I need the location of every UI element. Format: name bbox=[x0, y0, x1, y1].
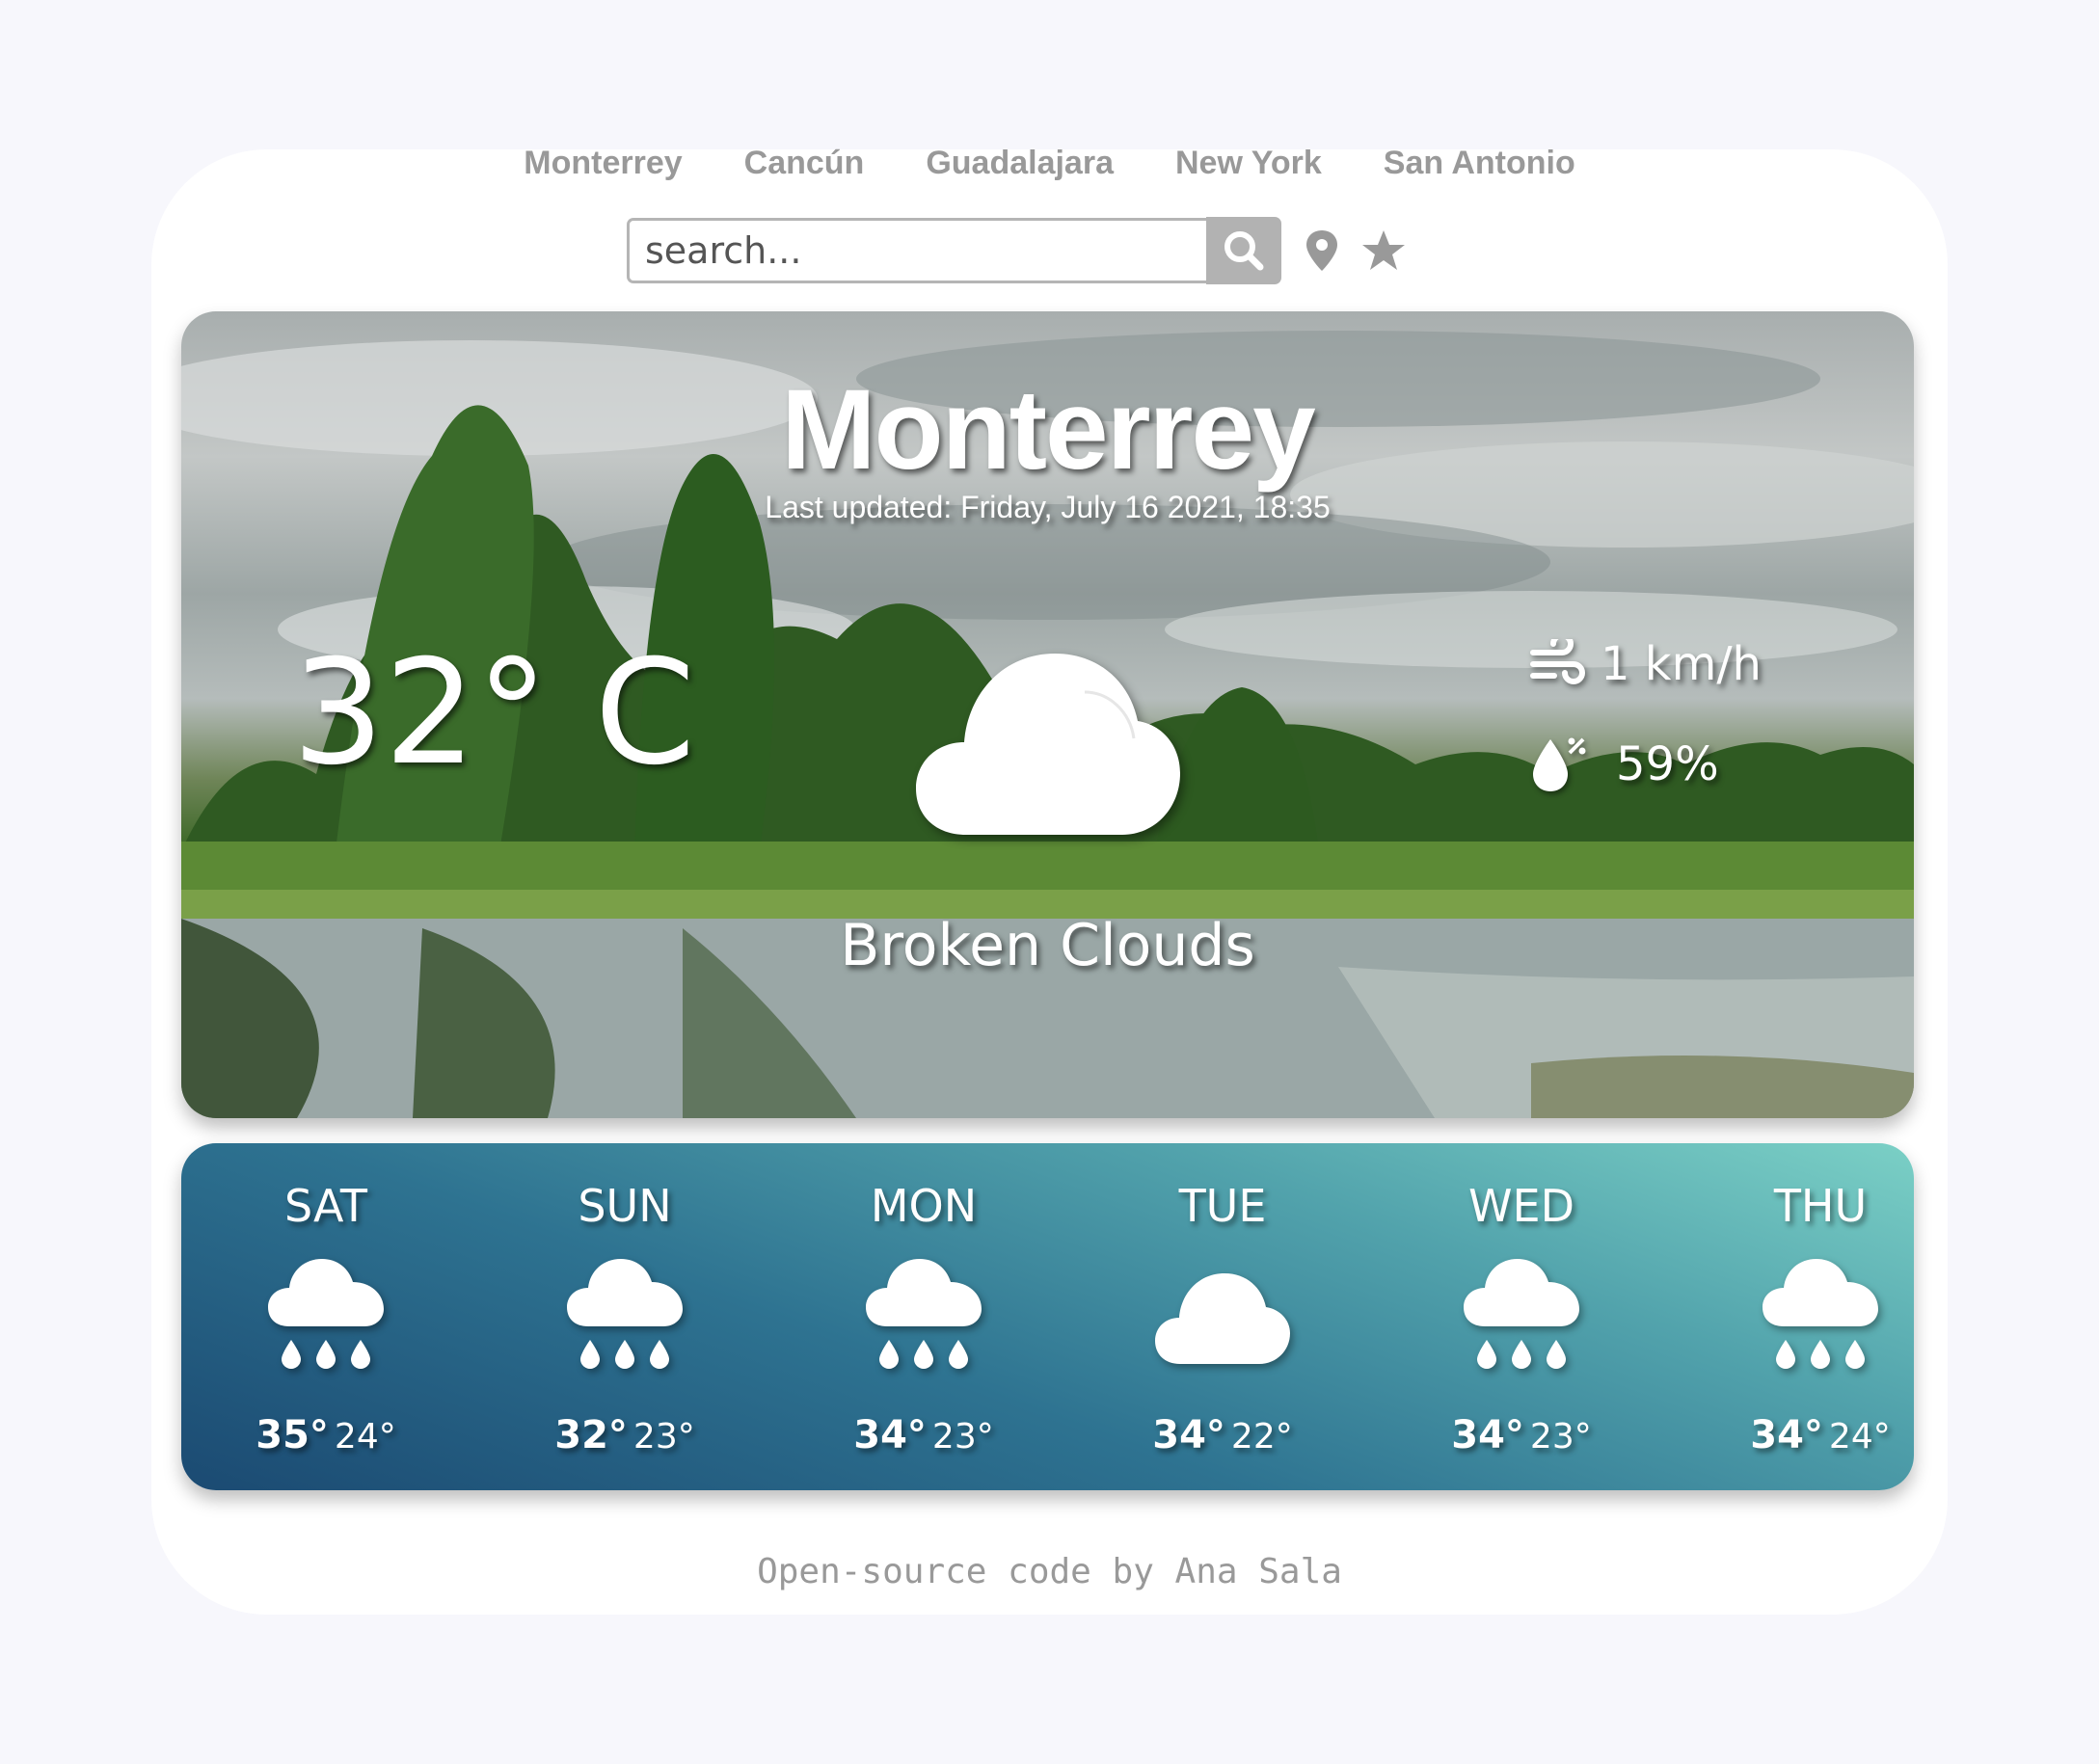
forecast-max-temp: 32° bbox=[554, 1413, 628, 1457]
forecast-max-temp: 34° bbox=[1750, 1413, 1823, 1457]
forecast-min-temp: 24° bbox=[1828, 1417, 1891, 1457]
forecast-min-temp: 23° bbox=[1529, 1417, 1592, 1457]
forecast-day-name: WED bbox=[1468, 1180, 1574, 1232]
rain-icon bbox=[866, 1259, 982, 1378]
weather-description: Broken Clouds bbox=[840, 912, 1255, 979]
forecast-day: THU 34° 24° bbox=[1676, 1143, 1965, 1490]
city-link-cancun[interactable]: Cancún bbox=[744, 145, 865, 182]
footer-link[interactable]: Open-source code by Ana Sala bbox=[757, 1552, 1342, 1591]
rain-icon bbox=[567, 1259, 683, 1378]
forecast-day-name: MON bbox=[870, 1180, 978, 1232]
forecast-min-temp: 23° bbox=[931, 1417, 994, 1457]
current-temperature: 32° C bbox=[292, 629, 696, 797]
city-link-san-antonio[interactable]: San Antonio bbox=[1384, 145, 1575, 182]
rain-icon bbox=[1464, 1259, 1579, 1378]
humidity: 59% bbox=[1529, 735, 1719, 793]
current-location-button[interactable] bbox=[1305, 228, 1339, 273]
forecast-temps: 34° 23° bbox=[1377, 1413, 1666, 1457]
city-name: Monterrey bbox=[781, 366, 1315, 494]
forecast-temps: 34° 22° bbox=[1078, 1413, 1367, 1457]
forecast-max-temp: 34° bbox=[1451, 1413, 1524, 1457]
forecast-day: MON 34° 23° bbox=[779, 1143, 1068, 1490]
star-icon bbox=[1360, 228, 1407, 273]
forecast-day: WED 34° 23° bbox=[1377, 1143, 1666, 1490]
rain-icon bbox=[268, 1259, 384, 1378]
forecast-panel: SAT 35° 24° SUN 32° 23° MON 34° 23° TUE … bbox=[181, 1143, 1914, 1490]
humidity-icon bbox=[1529, 735, 1587, 793]
forecast-day-name: SAT bbox=[283, 1180, 368, 1232]
wind-speed: 1 km/h bbox=[1529, 637, 1762, 691]
cloud-icon bbox=[916, 654, 1180, 841]
forecast-temps: 34° 23° bbox=[779, 1413, 1068, 1457]
forecast-temps: 35° 24° bbox=[181, 1413, 471, 1457]
forecast-day-name: SUN bbox=[578, 1180, 672, 1232]
city-link-new-york[interactable]: New York bbox=[1175, 145, 1322, 182]
favorite-button[interactable] bbox=[1360, 228, 1407, 273]
forecast-max-temp: 34° bbox=[853, 1413, 927, 1457]
search-button[interactable] bbox=[1206, 217, 1281, 284]
last-updated: Last updated: Friday, July 16 2021, 18:3… bbox=[765, 490, 1331, 524]
forecast-day: SAT 35° 24° bbox=[181, 1143, 471, 1490]
wind-icon bbox=[1529, 639, 1585, 689]
forecast-day: SUN 32° 23° bbox=[480, 1143, 769, 1490]
city-nav: Monterrey Cancún Guadalajara New York Sa… bbox=[0, 145, 2099, 182]
city-link-guadalajara[interactable]: Guadalajara bbox=[926, 145, 1114, 182]
humidity-value: 59% bbox=[1616, 737, 1719, 791]
search-icon bbox=[1222, 228, 1266, 273]
search-input[interactable] bbox=[627, 218, 1206, 283]
forecast-max-temp: 35° bbox=[256, 1413, 329, 1457]
cloud-icon bbox=[1155, 1273, 1290, 1370]
forecast-max-temp: 34° bbox=[1152, 1413, 1225, 1457]
forecast-min-temp: 24° bbox=[334, 1417, 396, 1457]
city-link-monterrey[interactable]: Monterrey bbox=[524, 145, 682, 182]
rain-icon bbox=[1763, 1259, 1878, 1378]
forecast-min-temp: 23° bbox=[632, 1417, 695, 1457]
footer-credit[interactable]: Open-source code by Ana Sala bbox=[0, 1552, 2099, 1591]
search-bar bbox=[627, 217, 1407, 284]
forecast-day: TUE 34° 22° bbox=[1078, 1143, 1367, 1490]
map-pin-icon bbox=[1305, 228, 1339, 273]
current-weather-panel: Monterrey Last updated: Friday, July 16 … bbox=[181, 311, 1914, 1118]
forecast-min-temp: 22° bbox=[1230, 1417, 1293, 1457]
forecast-temps: 34° 24° bbox=[1676, 1413, 1965, 1457]
forecast-temps: 32° 23° bbox=[480, 1413, 769, 1457]
forecast-day-name: TUE bbox=[1178, 1180, 1267, 1232]
wind-speed-value: 1 km/h bbox=[1601, 637, 1762, 691]
forecast-day-name: THU bbox=[1773, 1180, 1868, 1232]
